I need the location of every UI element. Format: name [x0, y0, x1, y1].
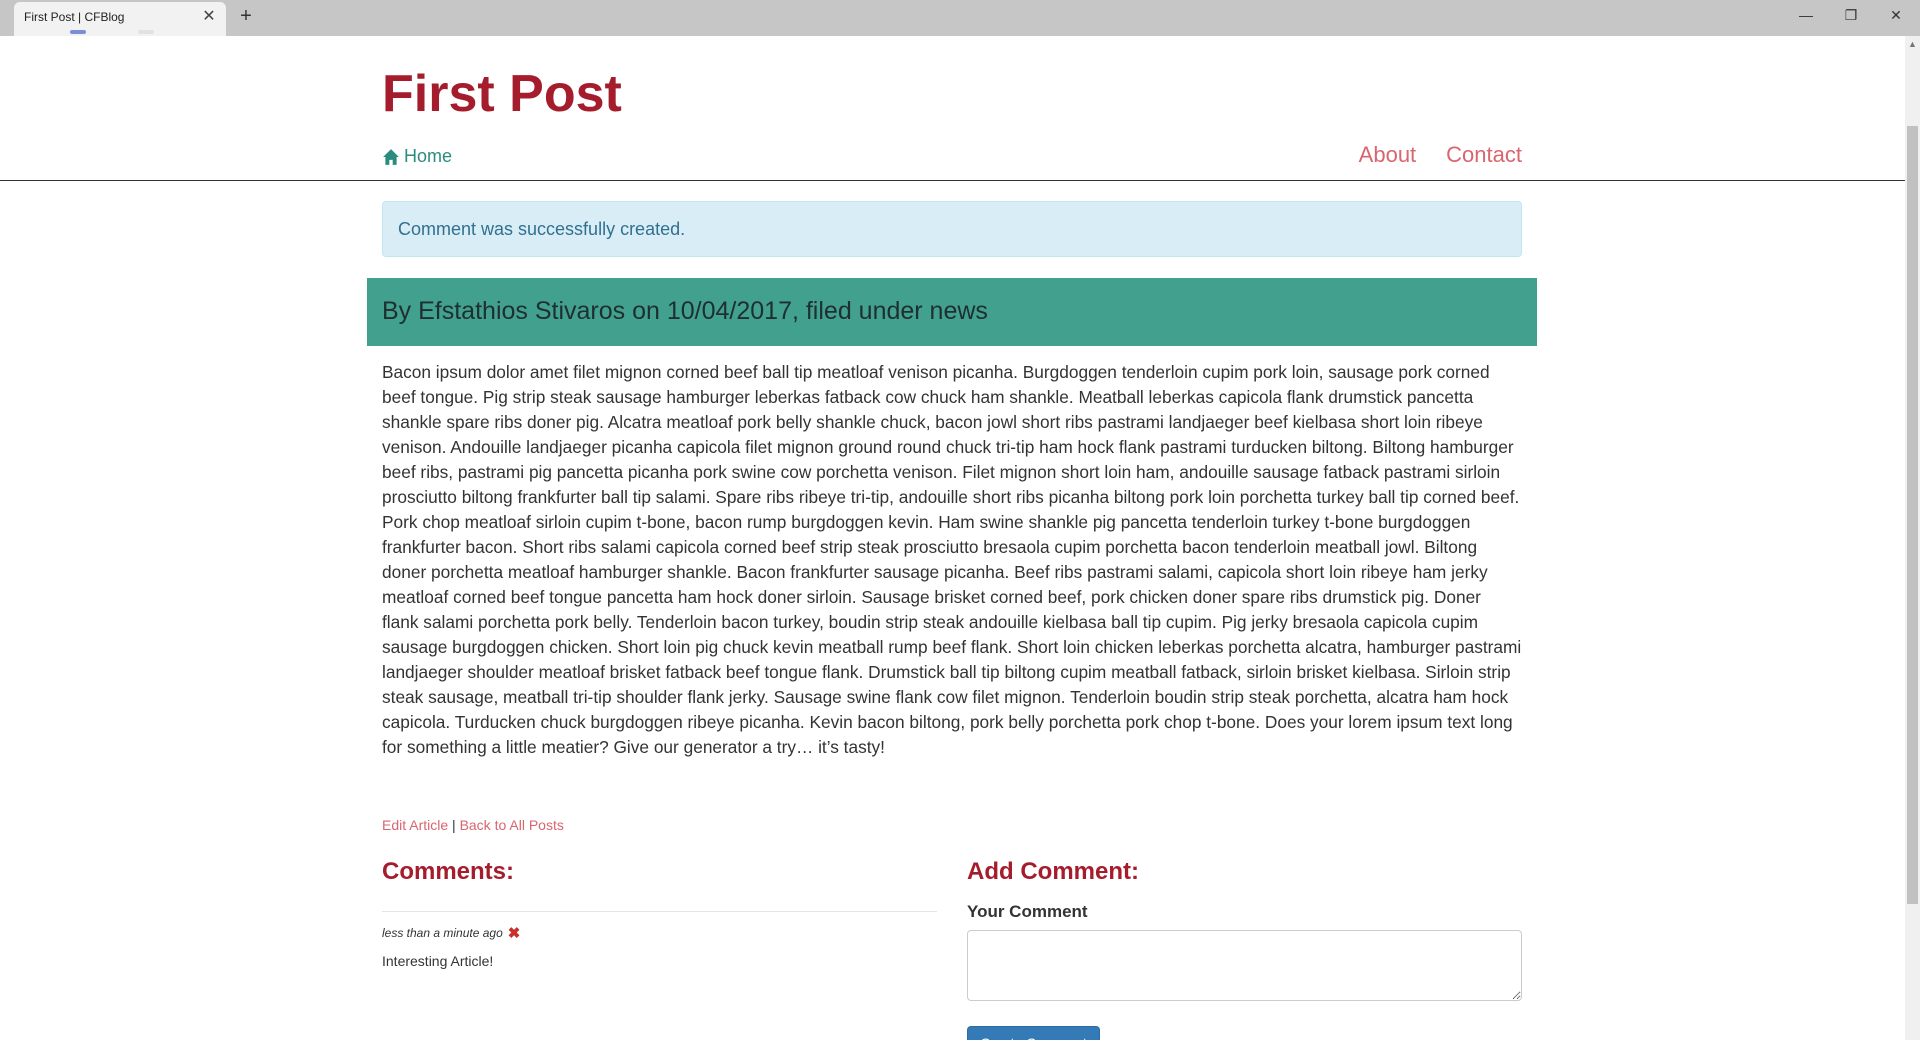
success-alert: Comment was successfully created.	[382, 201, 1522, 257]
article-links: Edit Article | Back to All Posts	[382, 817, 564, 833]
create-comment-button[interactable]: Create Comment	[967, 1026, 1100, 1040]
tab-close-icon[interactable]: ✕	[200, 8, 218, 26]
add-comment-heading: Add Comment:	[967, 858, 1139, 885]
home-icon	[383, 148, 399, 165]
nav-contact-link[interactable]: Contact	[1446, 142, 1522, 168]
tab-indicator	[70, 30, 86, 34]
tab-indicator	[138, 30, 154, 34]
link-separator: |	[452, 817, 456, 833]
comments-divider	[382, 911, 937, 912]
nav-divider	[0, 180, 1905, 181]
scroll-thumb[interactable]	[1907, 126, 1918, 904]
comment-time: less than a minute ago	[382, 926, 503, 940]
new-tab-button[interactable]: +	[234, 4, 258, 28]
scrollbar[interactable]: ▲	[1905, 36, 1920, 1040]
nav-home-label: Home	[404, 146, 453, 166]
nav-home-link[interactable]: Home	[382, 146, 452, 167]
comments-heading: Comments:	[382, 858, 515, 885]
page-title: First Post	[382, 65, 622, 123]
your-comment-label: Your Comment	[967, 902, 1088, 921]
scroll-up-arrow-icon[interactable]: ▲	[1905, 36, 1920, 52]
comment-meta: less than a minute ago ✖	[382, 924, 520, 942]
comment-text: Interesting Article!	[382, 953, 494, 969]
page-content: First Post Home About Contact Comment wa…	[0, 36, 1905, 1040]
article-body: Bacon ipsum dolor amet filet mignon corn…	[382, 362, 1522, 757]
window-close-button[interactable]: ✕	[1876, 2, 1916, 28]
minimize-button[interactable]: —	[1786, 2, 1826, 28]
comment-textarea[interactable]	[967, 930, 1522, 1001]
remove-icon[interactable]: ✖	[508, 924, 521, 942]
restore-button[interactable]: ❐	[1831, 2, 1871, 28]
back-to-posts-link[interactable]: Back to All Posts	[460, 817, 564, 833]
tab-title: First Post | CFBlog	[24, 10, 125, 24]
nav-about-link[interactable]: About	[1359, 142, 1417, 168]
browser-tab[interactable]: First Post | CFBlog ✕	[14, 2, 226, 36]
browser-chrome: First Post | CFBlog ✕ + — ❐ ✕	[0, 0, 1920, 36]
nav-right: About Contact	[1359, 142, 1522, 168]
post-byline: By Efstathios Stivaros on 10/04/2017, fi…	[367, 278, 1537, 346]
edit-article-link[interactable]: Edit Article	[382, 817, 448, 833]
